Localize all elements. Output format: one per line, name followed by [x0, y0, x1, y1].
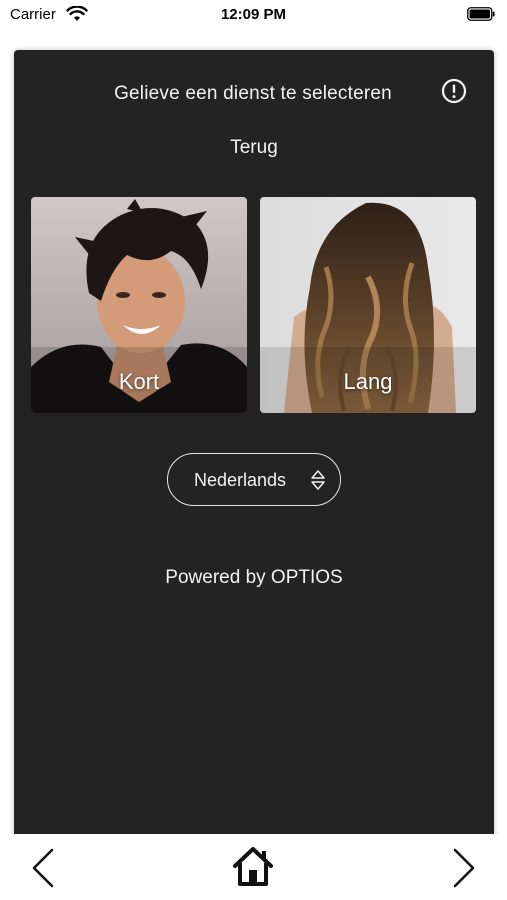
page-title: Gelieve een dienst te selecteren [114, 83, 392, 104]
status-bar: Carrier 12:09 PM [0, 0, 507, 32]
powered-by-footer: Powered by OPTIOS [165, 567, 343, 588]
info-circle-icon[interactable] [441, 78, 467, 104]
home-icon[interactable] [231, 844, 275, 888]
service-tile-long[interactable]: Lang [260, 197, 476, 413]
service-tile-short[interactable]: Kort [31, 197, 247, 413]
battery-icon [467, 7, 495, 21]
language-select[interactable]: Nederlands [167, 453, 341, 506]
up-down-chevron-icon [311, 470, 325, 490]
language-selected-value: Nederlands [194, 470, 287, 490]
service-label-short: Kort [118, 369, 160, 394]
bottom-navigation [0, 834, 507, 900]
chevron-left-icon[interactable] [22, 846, 66, 890]
chevron-right-icon[interactable] [441, 846, 485, 890]
status-time: 12:09 PM [220, 6, 287, 23]
service-selection-card: Gelieve een dienst te selecteren Terug K… [14, 50, 494, 850]
back-link[interactable]: Terug [14, 137, 494, 159]
service-label-long: Lang [343, 369, 393, 394]
